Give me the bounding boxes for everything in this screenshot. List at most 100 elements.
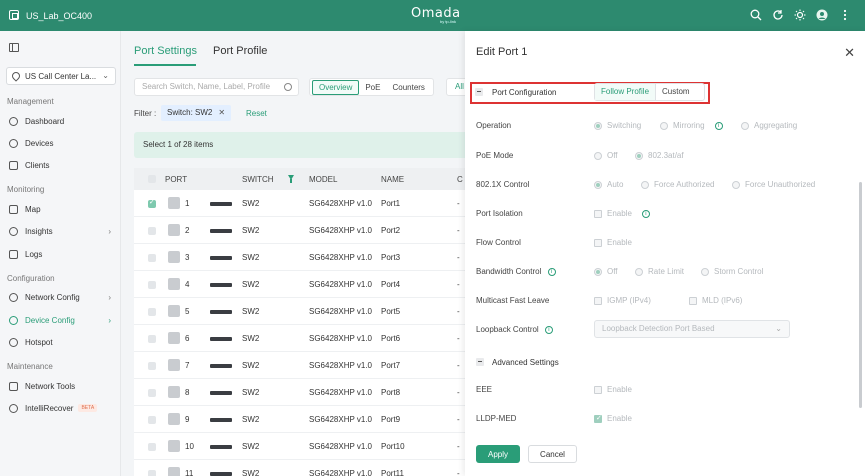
table-row[interactable]: 7 SW2 SG6428XHP v1.0 Port7 - [134, 352, 465, 379]
row-checkbox[interactable] [148, 281, 156, 289]
collapse-minus-icon[interactable] [476, 358, 484, 366]
view-counters[interactable]: Counters [386, 81, 430, 94]
row-checkbox[interactable] [148, 227, 156, 235]
port-icon [168, 359, 180, 371]
row-checkbox[interactable] [148, 362, 156, 370]
dashboard-icon [9, 116, 18, 126]
sidebar-item-insights[interactable]: Insights › [0, 222, 121, 240]
tab-port-settings[interactable]: Port Settings [134, 45, 197, 57]
cell-name: Port7 [381, 361, 401, 370]
eee-checkbox[interactable]: Enable [594, 385, 632, 394]
theme-sun-icon[interactable] [793, 9, 806, 22]
mld-ipv6-checkbox[interactable]: MLD (IPv6) [689, 296, 742, 305]
search-icon[interactable] [749, 9, 762, 22]
sidebar-item-devices[interactable]: Devices [0, 134, 121, 152]
table-row[interactable]: 8 SW2 SG6428XHP v1.0 Port8 - [134, 379, 465, 406]
port-icon [168, 305, 180, 317]
sidebar-item-clients[interactable]: Clients [0, 156, 121, 174]
sidebar-item-label: Insights [25, 226, 53, 236]
advanced-settings-label: Advanced Settings [492, 358, 559, 367]
table-row[interactable]: 3 SW2 SG6428XHP v1.0 Port3 - [134, 244, 465, 271]
cell-name: Port1 [381, 199, 401, 208]
sidebar: US Call Center La... ⌄ Management Dashbo… [0, 31, 121, 476]
view-poe[interactable]: PoE [359, 81, 386, 94]
table-row[interactable]: 10 SW2 SG6428XHP v1.0 Port10 - [134, 433, 465, 460]
row-checkbox[interactable] [148, 308, 156, 316]
user-avatar-icon[interactable] [815, 9, 828, 22]
bandwidth-rate-limit-radio[interactable]: Rate Limit [635, 267, 684, 276]
select-all-checkbox[interactable] [148, 175, 156, 183]
view-all-button[interactable]: All [446, 78, 465, 96]
lldp-med-checkbox[interactable]: Enable [594, 414, 632, 423]
sidebar-item-network-config[interactable]: Network Config › [0, 288, 121, 306]
reset-link[interactable]: Reset [246, 109, 267, 118]
section-configuration: Configuration [7, 274, 55, 283]
row-checkbox[interactable] [148, 470, 156, 476]
port-icon [168, 197, 180, 209]
row-checkbox[interactable] [148, 198, 156, 208]
option-label: Off [607, 151, 618, 160]
sidebar-item-map[interactable]: Map [0, 200, 121, 218]
table-row[interactable]: 11 SW2 SG6428XHP v1.0 Port11 - [134, 460, 465, 476]
apply-button[interactable]: Apply [476, 445, 520, 463]
cell-port: 7 [185, 361, 190, 370]
row-checkbox[interactable] [148, 389, 156, 397]
cell-port: 6 [185, 334, 190, 343]
info-icon[interactable]: i [544, 325, 553, 334]
panel-scrollbar[interactable] [859, 182, 862, 408]
view-overview[interactable]: Overview [312, 79, 360, 95]
sidebar-item-hotspot[interactable]: Hotspot [0, 333, 121, 351]
more-menu-icon[interactable] [838, 9, 851, 22]
sidebar-item-dashboard[interactable]: Dashboard [0, 112, 121, 130]
igmp-ipv4-checkbox[interactable]: IGMP (IPv4) [594, 296, 651, 305]
cell-extra: - [457, 334, 460, 343]
table-row[interactable]: 4 SW2 SG6428XHP v1.0 Port4 - [134, 271, 465, 298]
operation-mirroring-radio[interactable]: Mirroring i [660, 121, 723, 130]
filter-icon[interactable] [288, 175, 294, 183]
sidebar-item-logs[interactable]: Logs [0, 245, 121, 263]
operation-switching-radio[interactable]: Switching [594, 121, 641, 130]
bandwidth-off-radio[interactable]: Off [594, 267, 618, 276]
brand-logo: Omada by tp-link [411, 6, 460, 24]
dot1x-force-unauthorized-radio[interactable]: Force Unauthorized [732, 180, 815, 189]
sidebar-item-intellirecover[interactable]: IntelliRecover BETA [0, 399, 121, 417]
row-checkbox[interactable] [148, 443, 156, 451]
custom-button[interactable]: Custom [656, 84, 696, 100]
lldp-med-label: LLDP-MED [476, 414, 517, 423]
row-checkbox[interactable] [148, 335, 156, 343]
row-checkbox[interactable] [148, 416, 156, 424]
table-row[interactable]: 9 SW2 SG6428XHP v1.0 Port9 - [134, 406, 465, 433]
site-selector[interactable]: US Call Center La... ⌄ [6, 67, 116, 85]
port-isolation-checkbox[interactable]: Enable i [594, 209, 650, 218]
poe-off-radio[interactable]: Off [594, 151, 618, 160]
operation-aggregating-radio[interactable]: Aggregating [741, 121, 797, 130]
collapse-minus-icon[interactable] [475, 88, 483, 96]
flow-control-checkbox[interactable]: Enable [594, 238, 632, 247]
table-row[interactable]: 5 SW2 SG6428XHP v1.0 Port5 - [134, 298, 465, 325]
sidebar-item-device-config[interactable]: Device Config › [0, 311, 121, 329]
sidebar-collapse-icon[interactable] [9, 43, 19, 52]
info-icon[interactable]: i [714, 121, 723, 130]
table-row[interactable]: 2 SW2 SG6428XHP v1.0 Port2 - [134, 217, 465, 244]
row-checkbox[interactable] [148, 254, 156, 262]
sidebar-item-network-tools[interactable]: Network Tools [0, 377, 121, 395]
follow-profile-button[interactable]: Follow Profile [595, 84, 657, 100]
refresh-icon[interactable] [771, 9, 784, 22]
loopback-select[interactable]: Loopback Detection Port Based ⌄ [594, 320, 790, 338]
dot1x-force-authorized-radio[interactable]: Force Authorized [641, 180, 714, 189]
cell-switch: SW2 [242, 469, 260, 476]
info-icon[interactable]: i [641, 209, 650, 218]
dot1x-auto-radio[interactable]: Auto [594, 180, 623, 189]
tab-port-profile[interactable]: Port Profile [213, 45, 267, 57]
close-icon[interactable]: ✕ [844, 45, 855, 61]
bandwidth-storm-control-radio[interactable]: Storm Control [701, 267, 763, 276]
cell-port: 8 [185, 388, 190, 397]
poe-802-3at-radio[interactable]: 802.3at/af [635, 151, 684, 160]
cell-name: Port9 [381, 415, 401, 424]
cancel-button[interactable]: Cancel [528, 445, 577, 463]
close-icon[interactable]: ✕ [218, 105, 225, 121]
search-input[interactable]: Search Switch, Name, Label, Profile [134, 78, 299, 96]
table-row[interactable]: 1 SW2 SG6428XHP v1.0 Port1 - [134, 190, 465, 217]
table-row[interactable]: 6 SW2 SG6428XHP v1.0 Port6 - [134, 325, 465, 352]
info-icon[interactable]: i [547, 267, 556, 276]
